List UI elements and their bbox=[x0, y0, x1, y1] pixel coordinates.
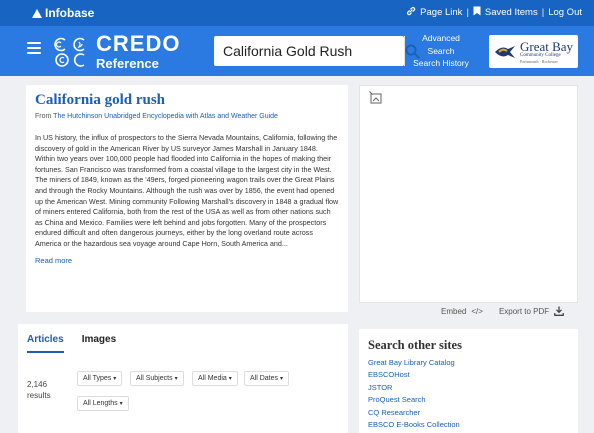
other-sites-links: Great Bay Library Catalog EBSCOHost JSTO… bbox=[368, 357, 569, 431]
advanced-search-link-line-2[interactable]: Search bbox=[410, 45, 472, 58]
article-title: California gold rush bbox=[35, 92, 166, 108]
results-count-label: results bbox=[27, 391, 51, 400]
results-count: 2,146 results bbox=[27, 379, 51, 401]
results-tabs: Articles Images bbox=[27, 334, 116, 353]
top-link-separator: | bbox=[466, 7, 469, 18]
article-source: From The Hutchinson Unabridged Encyclope… bbox=[35, 113, 339, 120]
results-count-number: 2,146 bbox=[27, 380, 48, 389]
bookmark-icon bbox=[473, 6, 481, 19]
tab-images[interactable]: Images bbox=[82, 334, 116, 353]
institution-logo[interactable]: Great Bay Community College Portsmouth ·… bbox=[489, 35, 578, 68]
tab-articles[interactable]: Articles bbox=[27, 334, 64, 353]
credo-logo-icon bbox=[54, 37, 85, 67]
media-actions: Embed </> Export to PDF bbox=[441, 306, 565, 316]
embed-label: Embed bbox=[441, 306, 467, 316]
chevron-down-icon: ▾ bbox=[228, 376, 232, 382]
article-source-link[interactable]: The Hutchinson Unabridged Encyclopedia w… bbox=[53, 113, 278, 120]
great-bay-logo-icon bbox=[495, 45, 515, 58]
export-pdf-label: Export to PDF bbox=[498, 306, 550, 316]
log-out-link[interactable]: Log Out bbox=[548, 7, 582, 18]
infobase-brand-label: Infobase bbox=[45, 6, 95, 20]
top-link-separator: | bbox=[541, 7, 545, 18]
chevron-down-icon: ▾ bbox=[119, 401, 123, 407]
advanced-search-link-line-1[interactable]: Advanced bbox=[410, 32, 472, 45]
credo-logo[interactable]: CREDO Reference bbox=[96, 31, 181, 72]
broken-image-icon bbox=[369, 91, 382, 104]
advanced-links: Advanced Search Search History bbox=[410, 32, 472, 70]
results-panel: Articles Images 2,146 results All Types ▾… bbox=[18, 324, 348, 433]
filter-lengths[interactable]: All Lengths ▾ bbox=[77, 396, 129, 411]
embed-button[interactable]: Embed </> bbox=[441, 307, 483, 316]
chevron-down-icon: ▾ bbox=[280, 376, 284, 382]
other-site-link[interactable]: EBSCO E-Books Collection bbox=[368, 419, 569, 431]
download-icon bbox=[554, 306, 565, 316]
filter-media[interactable]: All Media ▾ bbox=[192, 371, 238, 386]
article-card: California gold rush From The Hutchinson… bbox=[26, 85, 348, 312]
link-icon bbox=[406, 6, 416, 19]
read-more-link[interactable]: Read more bbox=[35, 256, 72, 265]
article-source-prefix: From bbox=[35, 113, 52, 120]
chevron-down-icon: ▾ bbox=[113, 376, 117, 382]
other-site-link[interactable]: CQ Researcher bbox=[368, 407, 569, 419]
other-site-link[interactable]: JSTOR bbox=[368, 382, 569, 394]
logo-title: CREDO bbox=[96, 31, 181, 56]
infobase-brand[interactable]: Infobase bbox=[32, 6, 94, 20]
chevron-down-icon: ▾ bbox=[174, 376, 178, 382]
menu-icon[interactable] bbox=[27, 42, 41, 54]
other-site-link[interactable]: ProQuest Search bbox=[368, 394, 569, 406]
top-links: Page Link | Saved Items | Log Out bbox=[406, 6, 582, 19]
filter-subjects[interactable]: All Subjects ▾ bbox=[130, 371, 184, 386]
other-site-link[interactable]: EBSCOHost bbox=[368, 369, 569, 381]
filter-dates[interactable]: All Dates ▾ bbox=[244, 371, 290, 386]
code-icon: </> bbox=[471, 306, 483, 316]
top-bar: Infobase Page Link | Saved Items | Log O… bbox=[0, 0, 594, 26]
export-pdf-button[interactable]: Export to PDF bbox=[498, 306, 565, 316]
other-sites-title: Search other sites bbox=[368, 338, 462, 352]
infobase-logo-icon bbox=[32, 8, 42, 18]
search-input[interactable] bbox=[214, 36, 404, 66]
main-content: California gold rush From The Hutchinson… bbox=[0, 76, 594, 433]
filter-types[interactable]: All Types ▾ bbox=[77, 371, 123, 386]
search-box bbox=[214, 36, 420, 66]
header: CREDO Reference Advanced Search Search H… bbox=[0, 26, 594, 76]
saved-items-link[interactable]: Saved Items bbox=[485, 7, 538, 18]
article-body: In US history, the influx of prospectors… bbox=[35, 133, 339, 248]
other-sites-panel: Search other sites Great Bay Library Cat… bbox=[359, 329, 578, 433]
institution-name: Great Bay Community College Portsmouth ·… bbox=[520, 38, 574, 64]
media-panel bbox=[359, 85, 578, 303]
page-link[interactable]: Page Link bbox=[420, 7, 462, 18]
search-history-link[interactable]: Search History bbox=[410, 57, 472, 70]
logo-subtitle: Reference bbox=[96, 56, 159, 71]
other-site-link[interactable]: Great Bay Library Catalog bbox=[368, 357, 569, 369]
